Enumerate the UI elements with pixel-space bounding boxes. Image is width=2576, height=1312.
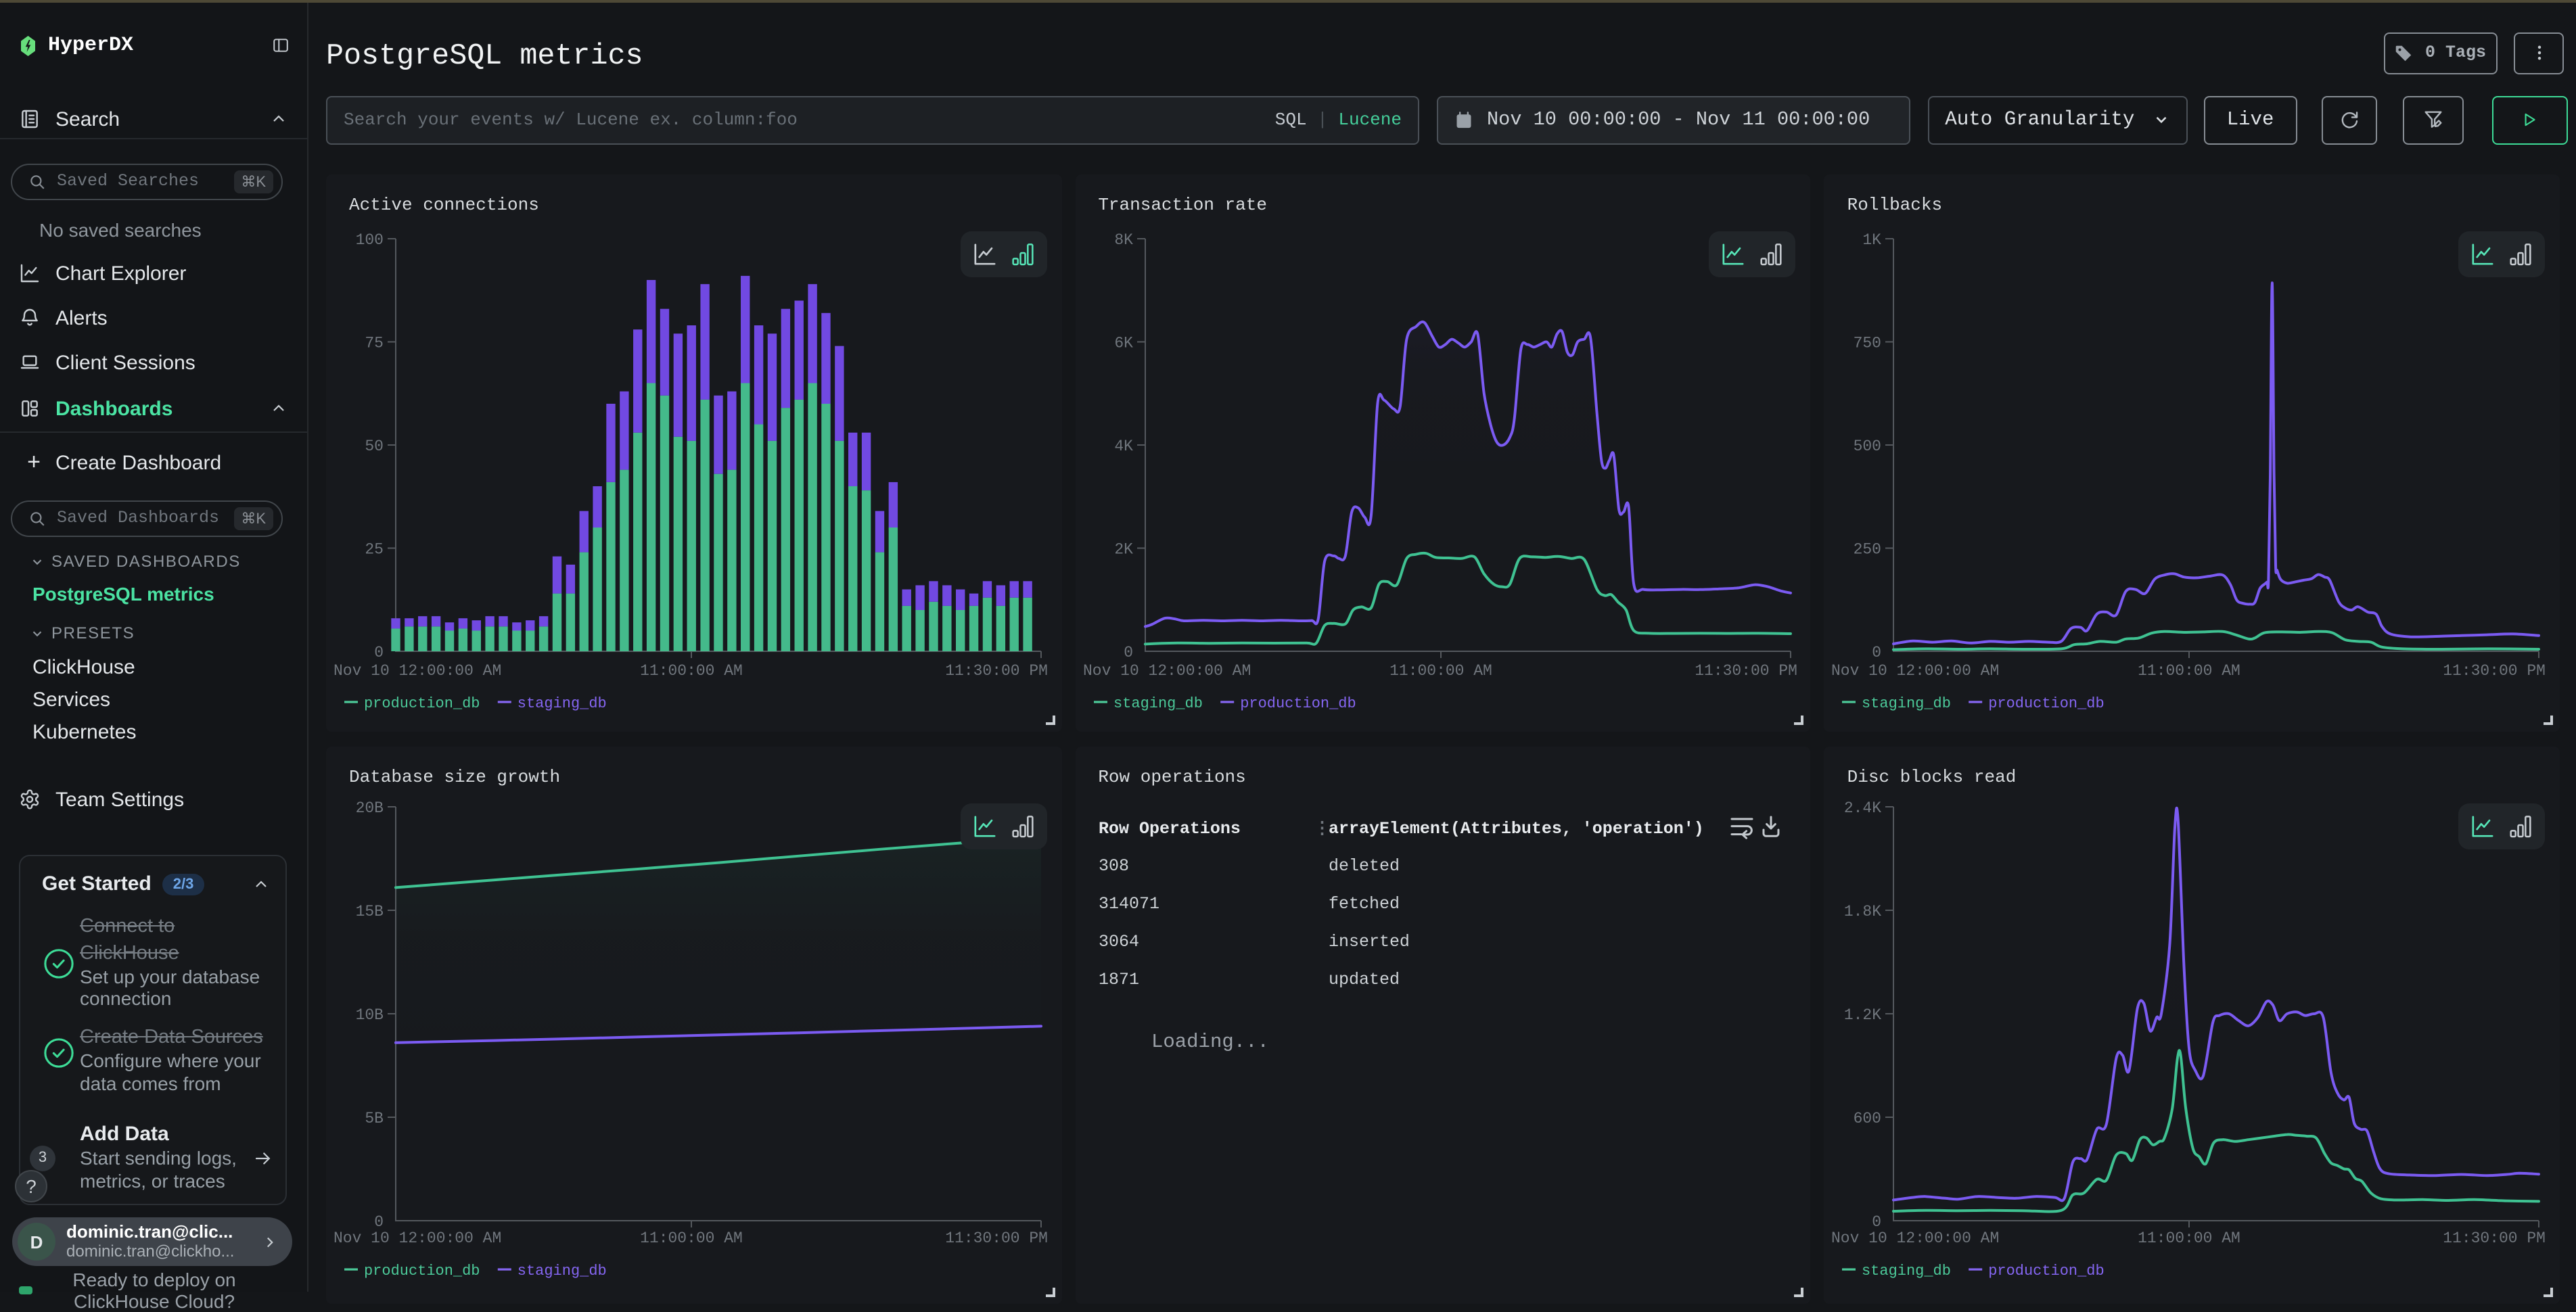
svg-text:Row Operations: Row Operations: [1098, 819, 1240, 839]
svg-text:production_db: production_db: [364, 695, 480, 711]
svg-text:11:30:00 PM: 11:30:00 PM: [2443, 1229, 2546, 1247]
svg-text:1871: 1871: [1098, 970, 1138, 989]
svg-text:8K: 8K: [1114, 231, 1133, 248]
svg-text:10B: 10B: [356, 1006, 384, 1024]
svg-text:staging_db: staging_db: [518, 695, 607, 711]
svg-text:0: 0: [374, 1213, 384, 1231]
svg-text:308: 308: [1098, 856, 1128, 876]
svg-text:staging_db: staging_db: [1113, 695, 1202, 711]
svg-text:0: 0: [1872, 643, 1882, 661]
svg-text:2K: 2K: [1114, 540, 1133, 557]
svg-text:staging_db: staging_db: [518, 1263, 607, 1280]
svg-text:75: 75: [365, 334, 384, 352]
svg-text:Nov 10 12:00:00 AM: Nov 10 12:00:00 AM: [334, 661, 501, 679]
svg-text:Nov 10 12:00:00 AM: Nov 10 12:00:00 AM: [1832, 661, 2000, 679]
svg-text:production_db: production_db: [364, 1263, 480, 1280]
svg-text:5B: 5B: [365, 1110, 384, 1127]
svg-text:Nov 10 12:00:00 AM: Nov 10 12:00:00 AM: [334, 1229, 501, 1247]
svg-text:11:00:00 AM: 11:00:00 AM: [640, 1229, 743, 1247]
svg-text:11:30:00 PM: 11:30:00 PM: [945, 661, 1048, 679]
svg-text:2.4K: 2.4K: [1844, 799, 1881, 817]
svg-text:inserted: inserted: [1328, 932, 1409, 952]
svg-text:production_db: production_db: [1240, 695, 1356, 711]
svg-text:500: 500: [1854, 437, 1881, 454]
svg-text:staging_db: staging_db: [1862, 695, 1952, 711]
svg-text:11:30:00 PM: 11:30:00 PM: [945, 1229, 1048, 1247]
svg-text:3064: 3064: [1098, 932, 1138, 952]
svg-text:11:30:00 PM: 11:30:00 PM: [2443, 661, 2546, 679]
svg-text:fetched: fetched: [1328, 894, 1399, 914]
svg-text:11:00:00 AM: 11:00:00 AM: [2138, 661, 2241, 679]
svg-text:11:00:00 AM: 11:00:00 AM: [1389, 661, 1492, 679]
svg-text:50: 50: [365, 437, 384, 454]
svg-text:production_db: production_db: [1989, 1263, 2105, 1280]
svg-text:arrayElement(Attributes, 'oper: arrayElement(Attributes, 'operation'): [1328, 819, 1703, 839]
svg-text:Nov 10 12:00:00 AM: Nov 10 12:00:00 AM: [1082, 661, 1250, 679]
svg-text:Loading...: Loading...: [1151, 1031, 1268, 1053]
svg-text:600: 600: [1854, 1110, 1881, 1127]
svg-text:4K: 4K: [1114, 437, 1133, 454]
svg-text:11:00:00 AM: 11:00:00 AM: [640, 661, 743, 679]
svg-text:1K: 1K: [1863, 231, 1882, 248]
svg-text:staging_db: staging_db: [1862, 1263, 1952, 1280]
svg-text:1.2K: 1.2K: [1844, 1006, 1881, 1024]
svg-text:20B: 20B: [356, 799, 384, 817]
svg-text:11:00:00 AM: 11:00:00 AM: [2138, 1229, 2241, 1247]
svg-text:0: 0: [374, 643, 384, 661]
svg-text:100: 100: [356, 231, 384, 248]
svg-text:11:30:00 PM: 11:30:00 PM: [1695, 661, 1797, 679]
svg-text:production_db: production_db: [1989, 695, 2105, 711]
svg-text:25: 25: [365, 540, 384, 557]
svg-text:updated: updated: [1328, 970, 1399, 989]
svg-text:750: 750: [1854, 334, 1881, 352]
svg-text:Nov 10 12:00:00 AM: Nov 10 12:00:00 AM: [1832, 1229, 2000, 1247]
svg-text:314071: 314071: [1098, 894, 1159, 914]
svg-text:15B: 15B: [356, 903, 384, 920]
svg-text:0: 0: [1124, 643, 1133, 661]
svg-text:0: 0: [1872, 1213, 1882, 1231]
svg-text:1.8K: 1.8K: [1844, 903, 1881, 920]
svg-text:6K: 6K: [1114, 334, 1133, 352]
svg-text:deleted: deleted: [1328, 856, 1399, 876]
svg-text:250: 250: [1854, 540, 1881, 557]
